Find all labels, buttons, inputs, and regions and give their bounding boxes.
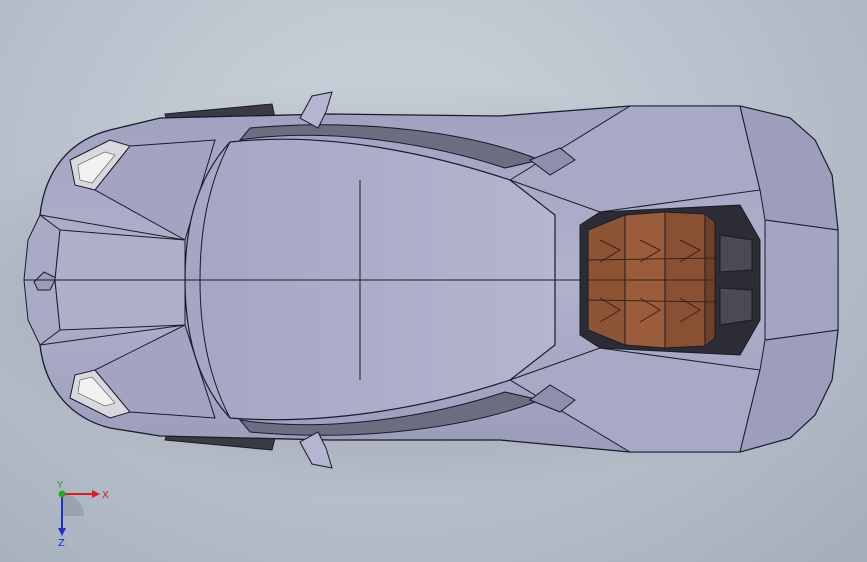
triad-z-label: Z	[58, 538, 65, 548]
triad-x-label: X	[102, 490, 109, 501]
car-model-top-view[interactable]	[0, 0, 867, 562]
rear-vent-lower	[719, 287, 753, 326]
orientation-triad: X Y Z	[56, 480, 109, 548]
rear-fascia	[764, 219, 839, 341]
engine-cover[interactable]	[587, 211, 716, 349]
graphics-viewport[interactable]: X Y Z	[0, 0, 867, 562]
rear-vent-upper	[719, 234, 753, 273]
cabin-roof	[184, 138, 556, 421]
triad-y-label: Y	[56, 480, 64, 491]
